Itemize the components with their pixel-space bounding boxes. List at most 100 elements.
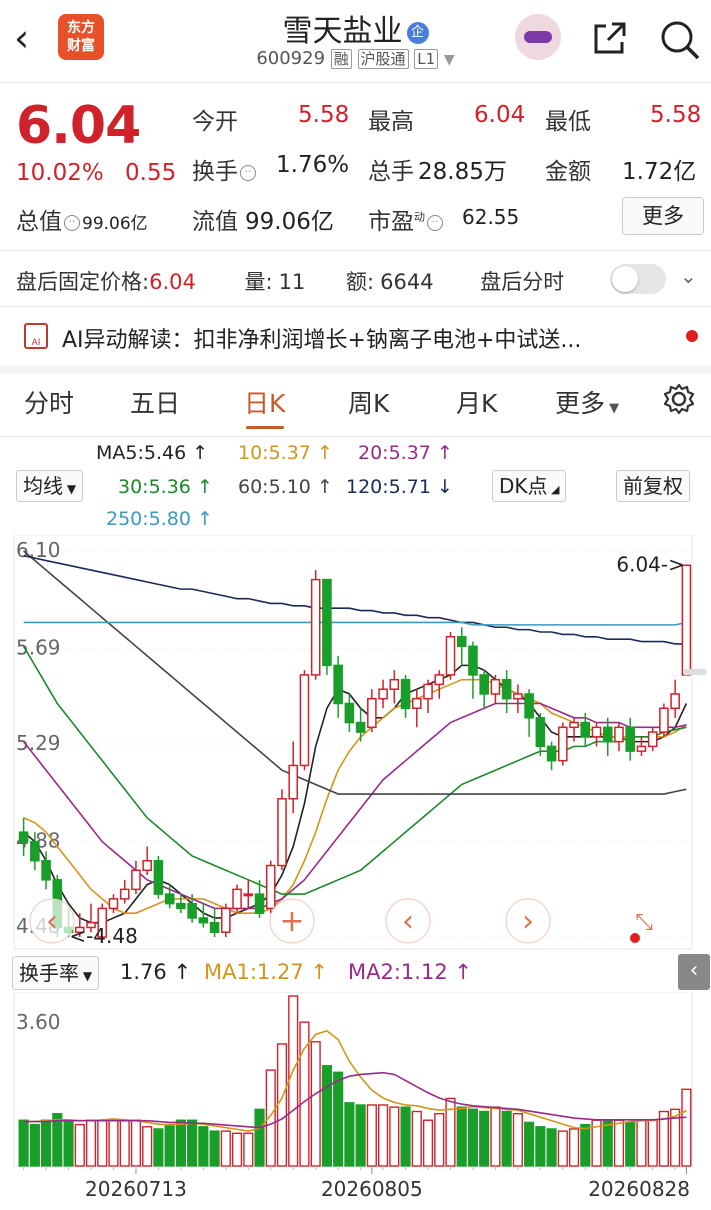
turnover-bar: [647, 1119, 658, 1167]
tab-daily-k[interactable]: 日K: [244, 384, 285, 420]
candle-body: [546, 745, 557, 762]
expand-icon[interactable]: ⤡: [635, 910, 653, 935]
turnover-chart[interactable]: 3.60 20260713 20260805 20260828: [0, 992, 711, 1210]
candle-body: [142, 860, 152, 872]
turnover-bar: [613, 1119, 625, 1167]
candle-body: [513, 693, 523, 700]
scroll-handle: [684, 669, 706, 675]
candle-body: [108, 898, 119, 910]
enterprise-badge: 企: [406, 21, 429, 44]
candle-body: [187, 902, 197, 919]
candlestick-chart[interactable]: 6.105.695.294.884.486.04-><-4.48‹+‹›⤡: [0, 535, 711, 955]
ai-insight-text[interactable]: AI异动解读：扣非净利润增长+钠离子电池+中试送...: [62, 322, 581, 354]
candle-body: [18, 831, 29, 843]
turnover-bar: [85, 1119, 97, 1167]
search-icon[interactable]: [658, 18, 702, 62]
candle-body: [131, 869, 141, 891]
turnover-bar: [29, 1123, 40, 1167]
open-label: 今开: [192, 109, 238, 135]
stock-name: 雪天盐业: [282, 14, 403, 49]
turnover-bar: [130, 1119, 142, 1167]
unread-dot: [686, 330, 698, 342]
high-marker-label: 6.04->: [616, 552, 685, 576]
turnover-bar: [411, 1110, 422, 1167]
turnover-bar: [41, 1119, 52, 1167]
turnover-bar: [456, 1106, 467, 1167]
tab-five-day[interactable]: 五日: [130, 384, 180, 420]
next-icon[interactable]: ›: [522, 904, 534, 939]
turnover-bar: [512, 1112, 523, 1167]
more-button[interactable]: 更多: [622, 197, 704, 235]
gear-icon[interactable]: [662, 382, 696, 416]
divider: [0, 82, 711, 83]
high-label: 最高: [368, 109, 414, 135]
ma250-legend: 250:5.80 ↑: [106, 508, 213, 530]
candle-body: [501, 678, 512, 700]
last-price: 6.04: [16, 96, 141, 156]
candle-body: [41, 860, 51, 881]
float-value-label: 流值: [192, 209, 238, 235]
candle-body: [411, 697, 422, 710]
prev-icon[interactable]: ‹: [402, 904, 414, 939]
turnover-bar: [355, 1104, 366, 1167]
candle-body: [164, 893, 175, 905]
pan-left-icon[interactable]: ‹: [46, 904, 58, 939]
x-tick-label: 20260805: [321, 1177, 423, 1201]
ah-amt: 6644: [380, 270, 434, 294]
dk-point-button[interactable]: DK点 ◢: [492, 470, 567, 502]
chart-frame: [13, 535, 693, 950]
volume-value: 28.85万: [418, 159, 507, 185]
ah-toggle-label: 盘后分时: [480, 270, 565, 294]
assistant-avatar-icon[interactable]: [515, 14, 561, 60]
indicator-select[interactable]: 均线 ▼: [16, 470, 84, 502]
section-gap: [0, 366, 711, 374]
float-value: 99.06亿: [245, 209, 334, 235]
ma250-line: [23, 621, 687, 626]
amount-value: 1.72亿: [622, 159, 697, 185]
ma60-legend: 60:5.10 ↑: [238, 476, 333, 498]
tab-weekly-k[interactable]: 周K: [348, 384, 389, 420]
candle-body: [625, 726, 636, 752]
turnover-bar: [119, 1119, 130, 1167]
candle-body: [333, 664, 343, 705]
divider: [0, 250, 711, 251]
candle-body: [423, 683, 433, 700]
info-icon[interactable]: ··: [240, 164, 256, 181]
tab-more[interactable]: 更多 ▼: [555, 384, 619, 420]
turnover-bar: [490, 1106, 501, 1167]
turnover-bar: [175, 1119, 186, 1167]
candle-body: [445, 636, 456, 676]
after-hours-toggle[interactable]: [610, 264, 666, 294]
low-marker-label: <-4.48: [69, 924, 138, 948]
turnover-label: 换手 ··: [192, 152, 258, 186]
collapse-panel-icon[interactable]: ‹: [678, 954, 710, 990]
candle-body: [614, 726, 624, 743]
candle-body: [344, 702, 355, 724]
info-icon[interactable]: ··: [64, 214, 80, 231]
low-label: 最低: [545, 109, 591, 135]
chevron-down-icon[interactable]: ⌄: [680, 264, 697, 288]
turnover-bar: [580, 1123, 591, 1167]
ma120-line: [23, 554, 687, 645]
adjust-button[interactable]: 前复权: [616, 470, 690, 502]
candle-body: [580, 721, 591, 738]
turnover-bar: [310, 1041, 321, 1167]
info-icon[interactable]: ··: [427, 214, 443, 231]
dropdown-icon[interactable]: ▼: [444, 52, 455, 68]
tab-intraday[interactable]: 分时: [24, 384, 74, 420]
candle-body: [636, 745, 647, 752]
candle-body: [670, 693, 680, 710]
tab-monthly-k[interactable]: 月K: [456, 384, 497, 420]
sub-indicator-select[interactable]: 换手率 ▼: [12, 956, 100, 990]
share-icon[interactable]: [590, 18, 630, 58]
turnover-bar: [344, 1102, 355, 1167]
candle-body: [378, 688, 388, 700]
crosshair-icon[interactable]: +: [279, 904, 304, 939]
ma30-line: [22, 645, 687, 895]
candle-body: [119, 888, 130, 900]
turnover-bar: [434, 1112, 445, 1167]
turnover-bar: [231, 1132, 243, 1167]
candle-body: [277, 798, 287, 867]
candle-body: [254, 893, 265, 914]
amount-label: 金额: [545, 159, 591, 185]
